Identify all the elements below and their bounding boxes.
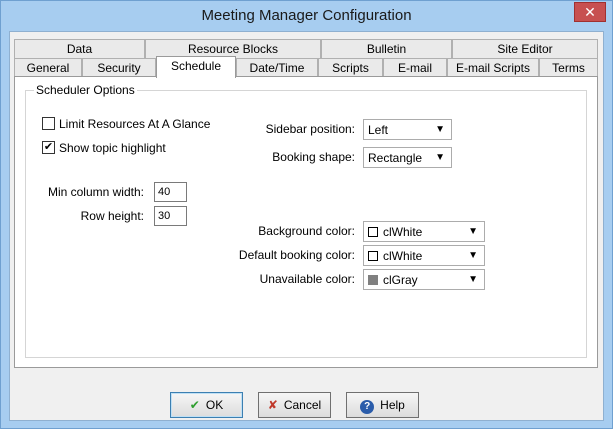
chevron-down-icon: ▼ bbox=[435, 152, 445, 163]
sidebar-position-select[interactable]: Left ▼ bbox=[363, 119, 452, 140]
help-icon: ? bbox=[360, 400, 375, 414]
color-swatch bbox=[368, 275, 378, 285]
tab-security[interactable]: Security bbox=[82, 58, 156, 77]
tab-scripts[interactable]: Scripts bbox=[318, 58, 383, 77]
x-icon: ✘ bbox=[267, 398, 278, 412]
limit-resources-label: Limit Resources At A Glance bbox=[59, 117, 211, 131]
button-bar: ✔ OK ✘ Cancel ? Help bbox=[10, 372, 603, 420]
booking-shape-label: Booking shape: bbox=[272, 150, 355, 164]
chevron-down-icon: ▼ bbox=[435, 124, 445, 135]
sidebar-position-label: Sidebar position: bbox=[265, 122, 355, 136]
tab-strip: Data Resource Blocks Bulletin Site Edito… bbox=[14, 39, 598, 79]
tab-date-time[interactable]: Date/Time bbox=[236, 58, 318, 77]
background-color-value: clWhite bbox=[383, 225, 423, 239]
unavailable-color-select[interactable]: clGray ▼ bbox=[363, 269, 485, 290]
limit-resources-checkbox[interactable] bbox=[42, 117, 55, 130]
help-label: Help bbox=[380, 398, 405, 412]
group-label: Scheduler Options bbox=[34, 83, 137, 97]
color-swatch bbox=[368, 251, 378, 261]
unavailable-color-value: clGray bbox=[383, 273, 418, 287]
min-column-width-input[interactable]: 40 bbox=[154, 182, 187, 202]
booking-shape-value: Rectangle bbox=[368, 151, 423, 165]
tab-data[interactable]: Data bbox=[14, 39, 145, 58]
default-booking-color-select[interactable]: clWhite ▼ bbox=[363, 245, 485, 266]
background-color-label: Background color: bbox=[258, 224, 355, 238]
schedule-tab-panel: Scheduler Options Limit Resources At A G… bbox=[14, 76, 598, 368]
unavailable-color-label: Unavailable color: bbox=[259, 272, 355, 286]
color-swatch bbox=[368, 227, 378, 237]
checkmark-icon: ✔ bbox=[43, 141, 54, 153]
tab-bulletin[interactable]: Bulletin bbox=[321, 39, 452, 58]
close-button[interactable]: ✕ bbox=[574, 2, 606, 22]
check-icon: ✔ bbox=[189, 398, 200, 412]
row-height-label: Row height: bbox=[80, 209, 144, 223]
default-booking-color-value: clWhite bbox=[383, 249, 423, 263]
window-title: Meeting Manager Configuration bbox=[201, 7, 412, 24]
row-height-input[interactable]: 30 bbox=[154, 206, 187, 226]
show-topic-label: Show topic highlight bbox=[59, 141, 166, 155]
booking-shape-select[interactable]: Rectangle ▼ bbox=[363, 147, 452, 168]
title-bar[interactable]: Meeting Manager Configuration ✕ bbox=[1, 1, 612, 31]
tab-site-editor[interactable]: Site Editor bbox=[452, 39, 598, 58]
tab-email[interactable]: E-mail bbox=[383, 58, 447, 77]
help-button[interactable]: ? Help bbox=[346, 392, 419, 418]
show-topic-checkbox[interactable]: ✔ bbox=[42, 141, 55, 154]
close-icon: ✕ bbox=[584, 4, 596, 20]
config-window: Meeting Manager Configuration ✕ Data Res… bbox=[0, 0, 613, 429]
min-column-width-label: Min column width: bbox=[47, 185, 144, 199]
cancel-label: Cancel bbox=[283, 398, 322, 412]
background-color-select[interactable]: clWhite ▼ bbox=[363, 221, 485, 242]
dialog-client: Data Resource Blocks Bulletin Site Edito… bbox=[9, 31, 604, 421]
scheduler-options-group: Scheduler Options Limit Resources At A G… bbox=[25, 83, 587, 358]
tab-general[interactable]: General bbox=[14, 58, 82, 77]
ok-button[interactable]: ✔ OK bbox=[170, 392, 243, 418]
chevron-down-icon: ▼ bbox=[468, 250, 478, 261]
tab-terms[interactable]: Terms bbox=[539, 58, 598, 77]
tab-schedule[interactable]: Schedule bbox=[156, 56, 236, 78]
chevron-down-icon: ▼ bbox=[468, 226, 478, 237]
sidebar-position-value: Left bbox=[368, 123, 389, 137]
default-booking-color-label: Default booking color: bbox=[238, 248, 355, 262]
ok-label: OK bbox=[205, 398, 224, 412]
chevron-down-icon: ▼ bbox=[468, 274, 478, 285]
tab-email-scripts[interactable]: E-mail Scripts bbox=[447, 58, 539, 77]
cancel-button[interactable]: ✘ Cancel bbox=[258, 392, 331, 418]
